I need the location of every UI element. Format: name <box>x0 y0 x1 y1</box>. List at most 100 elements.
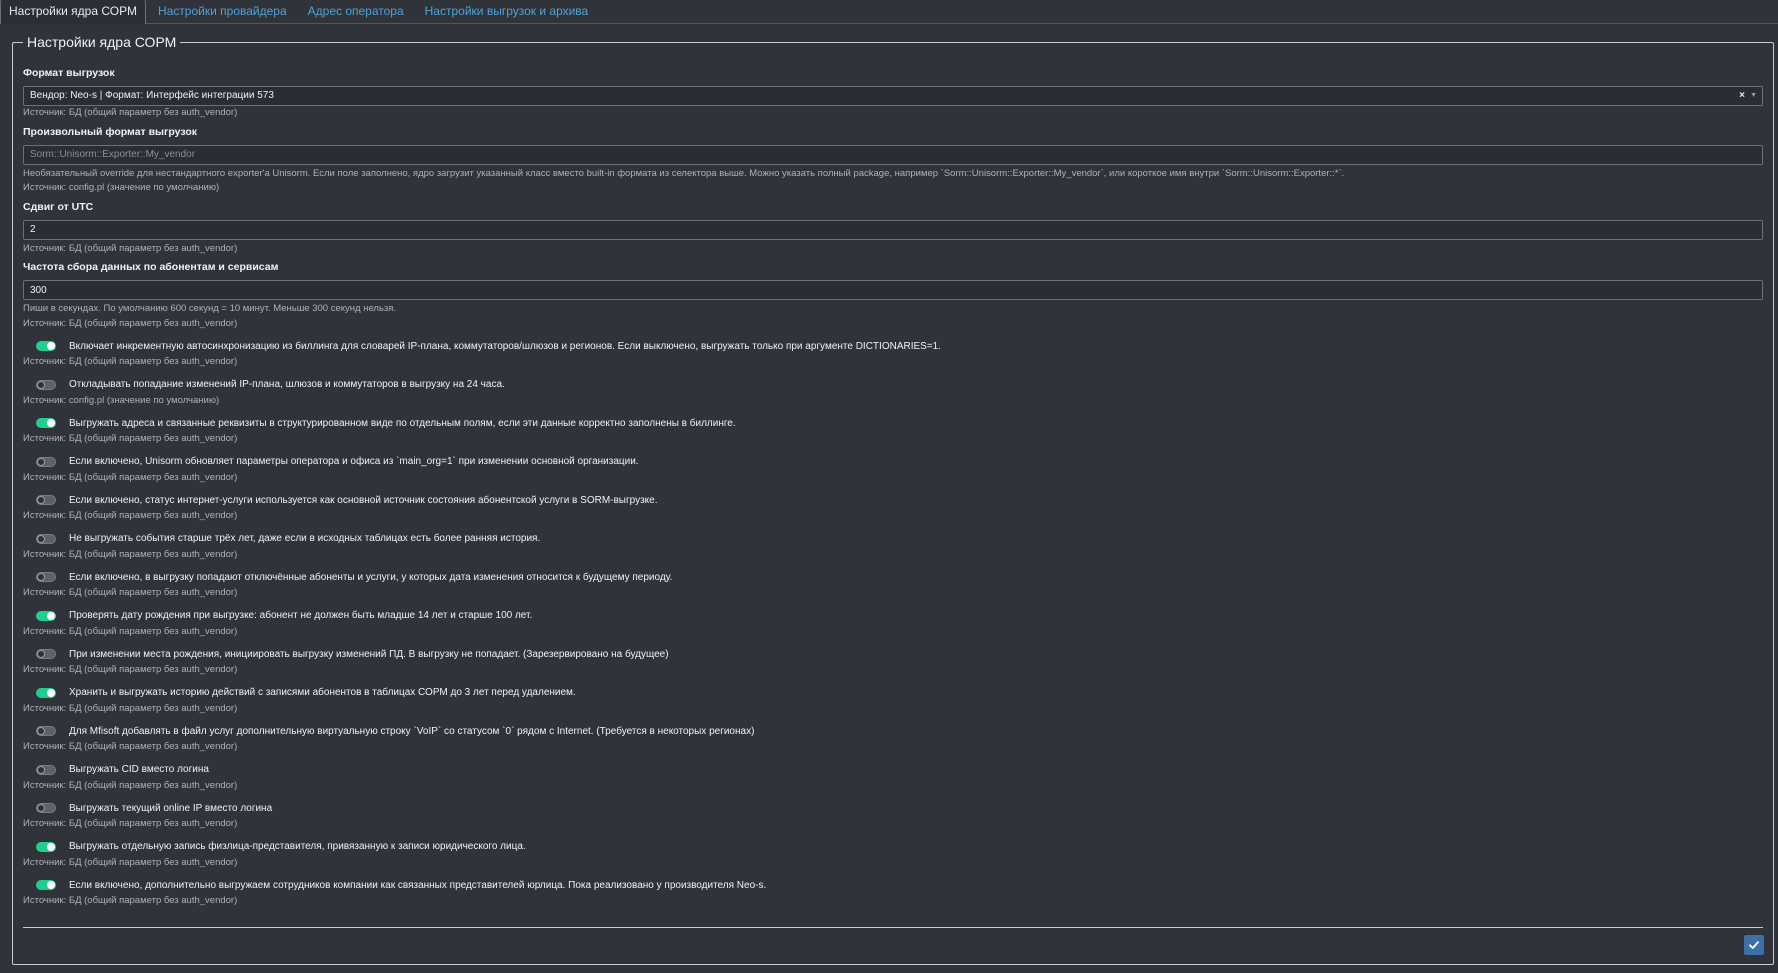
check-icon <box>1749 941 1759 949</box>
toggle-source: Источник: БД (общий параметр без auth_ve… <box>23 471 238 483</box>
custom-format-group: Произвольный формат выгрузок Необязатель… <box>23 126 1763 196</box>
toggle-switch[interactable] <box>36 841 56 852</box>
toggle-switch[interactable] <box>36 687 56 698</box>
toggle-label: При изменении места рождения, инициирова… <box>69 648 669 660</box>
toggle-label: Проверять дату рождения при выгрузке: аб… <box>69 610 533 621</box>
export-format-value: Вендор: Neo-s | Формат: Интерфейс интегр… <box>30 90 274 101</box>
toggle-row: Выгружать текущий online IP вместо логин… <box>23 795 1763 834</box>
toggle-source: Источник: БД (общий параметр без auth_ve… <box>23 818 238 829</box>
custom-format-description: Необязательный override для нестандартно… <box>23 167 1345 179</box>
toggle-knob <box>37 380 45 389</box>
tab-operator-address[interactable]: Адрес оператора <box>299 0 413 23</box>
toggle-source: Источник: БД (общий параметр без auth_ve… <box>23 433 238 444</box>
toggle-label: Если включено, дополнительно выгружаем с… <box>69 879 767 891</box>
toggle-source: Источник: БД (общий параметр без auth_ve… <box>23 895 238 906</box>
toggle-switch[interactable] <box>36 803 56 813</box>
toggle-row: Не выгружать события старше трёх лет, да… <box>23 526 1763 565</box>
toggle-row: При изменении места рождения, инициирова… <box>23 641 1763 680</box>
toggle-row: Для Mfisoft добавлять в файл услуг допол… <box>23 718 1763 757</box>
toggle-switch[interactable] <box>36 341 56 351</box>
toggle-knob <box>47 688 55 697</box>
toggle-switch[interactable] <box>36 880 56 890</box>
toggle-switch[interactable] <box>36 495 56 505</box>
utc-offset-source: Источник: БД (общий параметр без auth_ve… <box>23 242 238 254</box>
toggle-switch[interactable] <box>36 418 56 428</box>
toggle-switch[interactable] <box>36 379 56 390</box>
toggle-row: Если включено, дополнительно выгружаем с… <box>23 872 1763 911</box>
toggle-source: Источник: БД (общий параметр без auth_ve… <box>23 625 238 637</box>
collect-frequency-input[interactable] <box>23 280 1763 300</box>
toggle-row: Хранить и выгружать историю действий с з… <box>23 680 1763 719</box>
toggle-knob <box>37 457 45 466</box>
export-format-group: Формат выгрузок Вендор: Neo-s | Формат: … <box>23 67 1763 121</box>
save-button[interactable] <box>1744 935 1764 955</box>
toggle-knob <box>47 611 55 620</box>
toggle-switch[interactable] <box>36 649 56 659</box>
toggle-row: Включает инкрементную автосинхронизацию … <box>23 333 1763 372</box>
toggle-source: Источник: БД (общий параметр без auth_ve… <box>23 356 238 367</box>
toggle-knob <box>37 496 45 504</box>
toggle-row: Проверять дату рождения при выгрузке: аб… <box>23 603 1763 642</box>
chevron-down-icon[interactable]: ▼ <box>1750 87 1757 105</box>
tab-sorm-core-settings[interactable]: Настройки ядра СОРМ <box>0 0 146 24</box>
toggle-row: Выгружать отдельную запись физлица-предс… <box>23 834 1763 873</box>
settings-form: Формат выгрузок Вендор: Neo-s | Формат: … <box>23 67 1763 911</box>
toggle-knob <box>37 650 45 658</box>
export-format-select[interactable]: Вендор: Neo-s | Формат: Интерфейс интегр… <box>23 86 1763 106</box>
settings-panel: Настройки ядра СОРМ Формат выгрузок Венд… <box>12 33 1774 965</box>
toggle-knob <box>47 342 55 350</box>
utc-offset-input[interactable] <box>23 219 1763 240</box>
custom-format-input[interactable] <box>23 144 1763 165</box>
toggle-row: Если включено, в выгрузку попадают отклю… <box>23 564 1763 603</box>
toggle-knob <box>37 804 45 812</box>
clear-icon[interactable]: × <box>1739 87 1745 105</box>
panel-title: Настройки ядра СОРМ <box>23 33 181 51</box>
toggle-label: Если включено, Unisorm обновляет парамет… <box>69 456 639 467</box>
tab-provider-settings[interactable]: Настройки провайдера <box>149 0 296 23</box>
collect-frequency-source: Источник: БД (общий параметр без auth_ve… <box>23 317 238 329</box>
custom-format-source: Источник: config.pl (значение по умолчан… <box>23 182 220 193</box>
toggle-label: Если включено, статус интернет-услуги ис… <box>69 494 658 506</box>
export-format-source: Источник: БД (общий параметр без auth_ve… <box>23 107 238 118</box>
toggle-list: Включает инкрементную автосинхронизацию … <box>23 333 1763 911</box>
toggle-switch[interactable] <box>36 456 56 467</box>
toggle-switch[interactable] <box>36 572 56 582</box>
toggle-knob <box>37 573 45 581</box>
toggle-label: Если включено, в выгрузку попадают отклю… <box>69 571 673 583</box>
toggle-label: Выгружать адреса и связанные реквизиты в… <box>69 417 736 429</box>
custom-format-label: Произвольный формат выгрузок <box>23 125 197 138</box>
toggle-label: Откладывать попадание изменений IP-плана… <box>69 379 505 390</box>
collect-frequency-group: Частота сбора данных по абонентам и серв… <box>23 261 1763 331</box>
toggle-switch[interactable] <box>36 726 56 736</box>
toggle-label: Выгружать CID вместо логина <box>69 764 209 775</box>
toggle-label: Выгружать отдельную запись физлица-предс… <box>69 841 526 852</box>
toggle-source: Источник: БД (общий параметр без auth_ve… <box>23 856 238 868</box>
utc-offset-label: Сдвиг от UTC <box>23 200 94 213</box>
toggle-label: Включает инкрементную автосинхронизацию … <box>69 340 942 352</box>
toggle-source: Источник: БД (общий параметр без auth_ve… <box>23 741 238 752</box>
export-format-label: Формат выгрузок <box>23 67 115 79</box>
toggle-knob <box>47 881 55 889</box>
toggle-label: Хранить и выгружать историю действий с з… <box>69 687 576 698</box>
collect-frequency-description: Пиши в секундах. По умолчанию 600 секунд… <box>23 303 397 314</box>
toggle-source: Источник: config.pl (значение по умолчан… <box>23 394 220 406</box>
toggle-knob <box>47 419 55 427</box>
toggle-label: Не выгружать события старше трёх лет, да… <box>69 533 541 544</box>
toggle-label: Для Mfisoft добавлять в файл услуг допол… <box>69 725 755 737</box>
toggle-switch[interactable] <box>36 533 56 544</box>
toggle-source: Источник: БД (общий параметр без auth_ve… <box>23 510 238 521</box>
toggle-source: Источник: БД (общий параметр без auth_ve… <box>23 587 238 598</box>
toggle-row: Откладывать попадание изменений IP-плана… <box>23 372 1763 411</box>
toggle-row: Если включено, статус интернет-услуги ис… <box>23 487 1763 526</box>
toggle-switch[interactable] <box>36 764 56 775</box>
toggle-knob <box>37 534 45 543</box>
tab-export-archive-settings[interactable]: Настройки выгрузок и архива <box>416 0 598 23</box>
toggle-knob <box>47 842 55 851</box>
toggle-source: Источник: БД (общий параметр без auth_ve… <box>23 779 238 791</box>
toggle-knob <box>37 765 45 774</box>
form-divider <box>23 927 1763 928</box>
toggle-row: Выгружать адреса и связанные реквизиты в… <box>23 410 1763 449</box>
toggle-label: Выгружать текущий online IP вместо логин… <box>69 802 273 814</box>
toggle-source: Источник: БД (общий параметр без auth_ve… <box>23 548 238 560</box>
toggle-switch[interactable] <box>36 610 56 621</box>
